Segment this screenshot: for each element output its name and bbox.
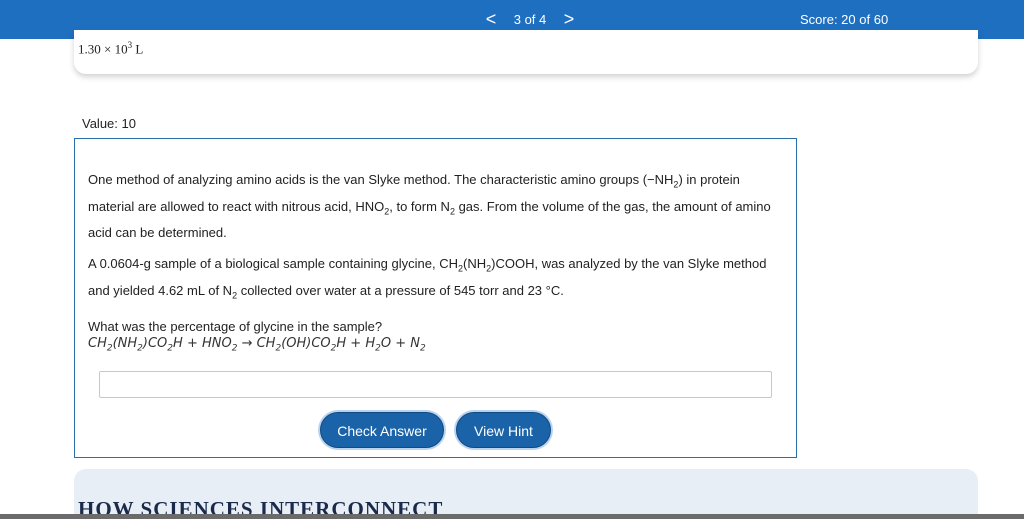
next-page-button[interactable]: >: [559, 8, 579, 30]
reaction-equation: CH2(NH2)CO2H + HNO2 → CH2(OH)CO2H + H2O …: [88, 336, 426, 354]
question-sample-paragraph: A 0.0604-g sample of a biological sample…: [88, 256, 767, 301]
score-display: Score: 20 of 60: [800, 12, 889, 27]
previous-question-card: [74, 30, 978, 74]
page-indicator: 3 of 4: [513, 12, 547, 27]
previous-answer: 1.30 × 103 L: [78, 40, 144, 57]
question-prompt: What was the percentage of glycine in th…: [88, 319, 383, 334]
question-box: One method of analyzing amino acids is t…: [74, 138, 797, 458]
question-value-label: Value: 10: [82, 116, 136, 131]
check-answer-button[interactable]: Check Answer: [320, 412, 444, 448]
bottom-divider: [0, 514, 1024, 519]
answer-input[interactable]: [99, 371, 772, 398]
view-hint-button[interactable]: View Hint: [456, 412, 551, 448]
next-section-card: HOW SCIENCES INTERCONNECT: [74, 469, 978, 519]
question-intro-paragraph: One method of analyzing amino acids is t…: [88, 172, 771, 241]
previous-page-button[interactable]: <: [481, 8, 501, 30]
